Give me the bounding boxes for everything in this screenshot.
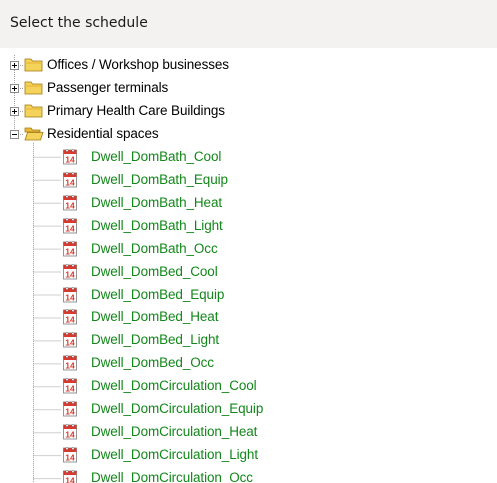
svg-text:14: 14 bbox=[65, 200, 75, 210]
schedule-label: Dwell_DomCirculation_Light bbox=[91, 447, 258, 463]
expand-toggle-icon[interactable] bbox=[10, 106, 19, 116]
svg-text:14: 14 bbox=[65, 269, 75, 279]
schedule-item[interactable]: 14 Dwell_DomBath_Occ bbox=[0, 239, 497, 260]
calendar-icon: 14 bbox=[62, 194, 78, 211]
schedule-item[interactable]: 14 Dwell_DomCirculation_Equip bbox=[0, 399, 497, 420]
tree-folder-row[interactable]: Primary Health Care Buildings bbox=[0, 101, 497, 122]
svg-text:14: 14 bbox=[65, 315, 75, 325]
schedule-label: Dwell_DomBed_Cool bbox=[91, 263, 218, 279]
schedule-label: Dwell_DomCirculation_Heat bbox=[91, 424, 258, 440]
schedule-item[interactable]: 14 Dwell_DomBath_Heat bbox=[0, 193, 497, 214]
folder-icon bbox=[24, 56, 44, 73]
calendar-icon: 14 bbox=[62, 240, 78, 257]
svg-text:14: 14 bbox=[65, 407, 75, 417]
tree-folder-row[interactable]: Offices / Workshop businesses bbox=[0, 55, 497, 76]
expand-toggle-icon[interactable] bbox=[10, 61, 19, 70]
svg-text:14: 14 bbox=[65, 384, 75, 394]
calendar-icon: 14 bbox=[62, 308, 78, 325]
schedule-label: Dwell_DomBath_Light bbox=[91, 217, 223, 233]
schedule-item[interactable]: 14 Dwell_DomCirculation_Occ bbox=[0, 468, 497, 483]
svg-text:14: 14 bbox=[65, 361, 75, 371]
svg-text:14: 14 bbox=[65, 246, 75, 256]
schedule-label: Dwell_DomBed_Light bbox=[91, 332, 220, 348]
svg-text:14: 14 bbox=[65, 292, 75, 302]
calendar-icon: 14 bbox=[62, 263, 78, 280]
schedule-item[interactable]: 14 Dwell_DomBath_Cool bbox=[0, 147, 497, 168]
svg-text:14: 14 bbox=[65, 476, 75, 483]
tree-folder-label: Primary Health Care Buildings bbox=[47, 102, 225, 118]
schedule-item[interactable]: 14 Dwell_DomBed_Occ bbox=[0, 353, 497, 374]
schedule-item[interactable]: 14 Dwell_DomBed_Cool bbox=[0, 262, 497, 283]
schedule-label: Dwell_DomBath_Cool bbox=[91, 148, 222, 164]
schedule-label: Dwell_DomCirculation_Cool bbox=[91, 378, 257, 394]
tree-folder-label: Residential spaces bbox=[47, 125, 159, 141]
schedule-item[interactable]: 14 Dwell_DomCirculation_Heat bbox=[0, 422, 497, 443]
schedule-item[interactable]: 14 Dwell_DomBath_Light bbox=[0, 216, 497, 237]
schedule-tree[interactable]: Offices / Workshop businesses Passenger … bbox=[0, 48, 497, 483]
schedule-item[interactable]: 14 Dwell_DomCirculation_Cool bbox=[0, 376, 497, 397]
schedule-item[interactable]: 14 Dwell_DomCirculation_Light bbox=[0, 445, 497, 466]
dialog-title: Select the schedule bbox=[10, 15, 148, 31]
schedule-label: Dwell_DomBath_Occ bbox=[91, 240, 218, 256]
collapse-toggle-icon[interactable] bbox=[10, 129, 19, 139]
schedule-item[interactable]: 14 Dwell_DomBed_Heat bbox=[0, 307, 497, 328]
svg-text:14: 14 bbox=[65, 430, 75, 440]
folder-icon bbox=[24, 79, 44, 96]
svg-text:14: 14 bbox=[65, 223, 75, 233]
calendar-icon: 14 bbox=[62, 171, 78, 188]
schedule-label: Dwell_DomCirculation_Occ bbox=[91, 470, 253, 483]
calendar-icon: 14 bbox=[62, 446, 78, 463]
svg-text:14: 14 bbox=[65, 453, 75, 463]
svg-text:14: 14 bbox=[65, 338, 75, 348]
calendar-icon: 14 bbox=[62, 331, 78, 348]
dialog-header: Select the schedule bbox=[0, 0, 497, 48]
schedule-item[interactable]: 14 Dwell_DomBath_Equip bbox=[0, 170, 497, 191]
calendar-icon: 14 bbox=[62, 286, 78, 303]
calendar-icon: 14 bbox=[62, 423, 78, 440]
schedule-item[interactable]: 14 Dwell_DomBed_Equip bbox=[0, 285, 497, 306]
schedule-label: Dwell_DomBed_Equip bbox=[91, 286, 225, 302]
calendar-icon: 14 bbox=[62, 400, 78, 417]
schedule-label: Dwell_DomBath_Heat bbox=[91, 194, 223, 210]
tree-folder-row[interactable]: Passenger terminals bbox=[0, 78, 497, 99]
expand-toggle-icon[interactable] bbox=[10, 83, 19, 93]
schedule-label: Dwell_DomBath_Equip bbox=[91, 171, 228, 187]
schedule-label: Dwell_DomCirculation_Equip bbox=[91, 401, 264, 417]
calendar-icon: 14 bbox=[62, 217, 78, 234]
folder-open-icon bbox=[24, 125, 44, 142]
calendar-icon: 14 bbox=[62, 148, 78, 165]
calendar-icon: 14 bbox=[62, 377, 78, 394]
schedule-label: Dwell_DomBed_Heat bbox=[91, 309, 219, 325]
tree-folder-label: Offices / Workshop businesses bbox=[47, 57, 229, 72]
schedule-label: Dwell_DomBed_Occ bbox=[91, 355, 214, 371]
calendar-icon: 14 bbox=[62, 354, 78, 371]
tree-folder-label: Passenger terminals bbox=[47, 79, 169, 95]
calendar-icon: 14 bbox=[62, 469, 78, 483]
tree-folder-row[interactable]: Residential spaces bbox=[0, 124, 497, 145]
svg-text:14: 14 bbox=[65, 154, 75, 164]
schedule-item[interactable]: 14 Dwell_DomBed_Light bbox=[0, 330, 497, 351]
svg-text:14: 14 bbox=[65, 177, 75, 187]
folder-icon bbox=[24, 102, 44, 119]
